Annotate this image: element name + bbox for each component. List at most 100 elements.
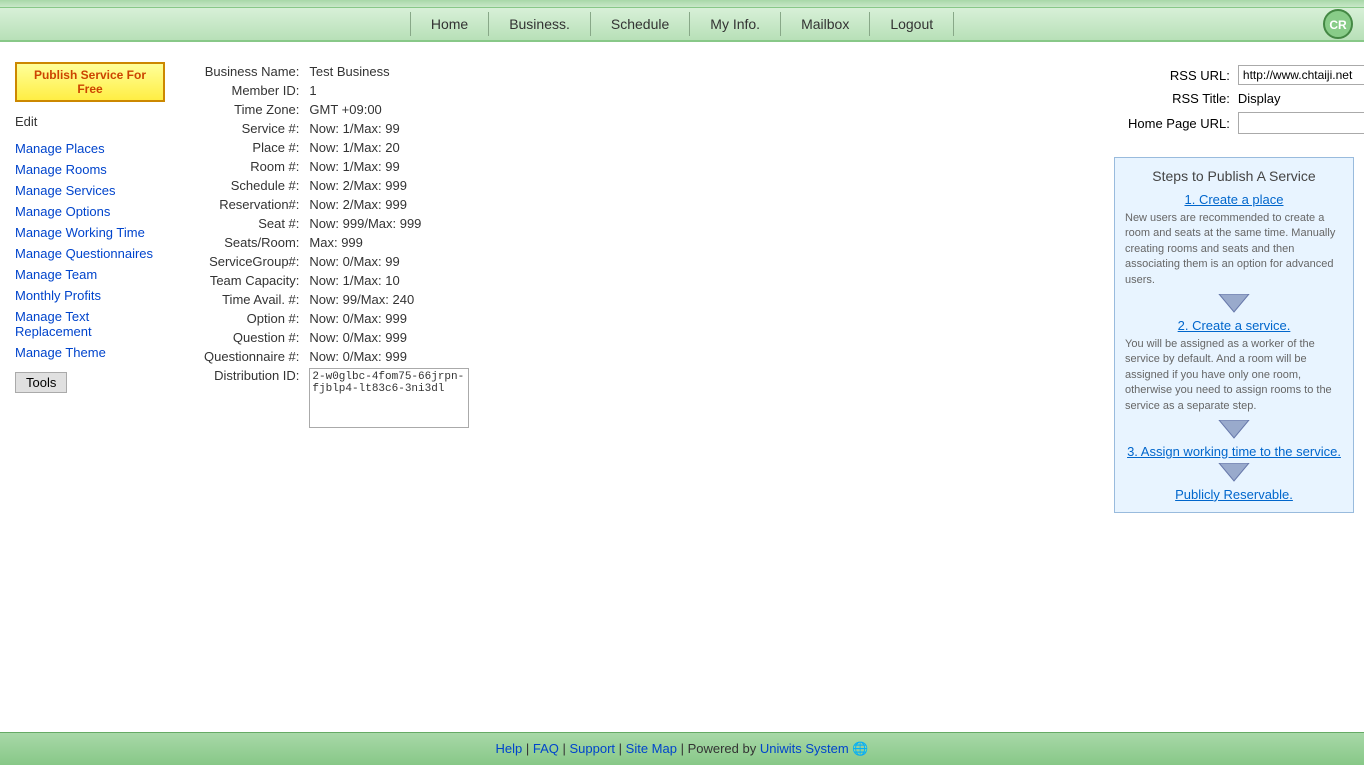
nav-home[interactable]: Home — [410, 12, 489, 36]
field-label: Schedule #: — [200, 176, 305, 195]
svg-text:CR: CR — [1329, 18, 1347, 32]
step1-desc: New users are recommended to create a ro… — [1125, 211, 1343, 288]
business-info-row: Seat #:Now: 999/Max: 999 — [200, 214, 473, 233]
publish-button[interactable]: Publish Service For Free — [15, 62, 165, 102]
nav-bar: Home Business. Schedule My Info. Mailbox… — [0, 8, 1364, 42]
business-info-row: Member ID:1 — [200, 81, 473, 100]
field-value: Max: 999 — [305, 233, 473, 252]
business-info-row: Place #:Now: 1/Max: 20 — [200, 138, 473, 157]
sidebar-item-manage-services[interactable]: Manage Services — [15, 181, 165, 200]
step2-desc: You will be assigned as a worker of the … — [1125, 337, 1343, 414]
distribution-id-scroll[interactable]: 2-w0glbc-4fom75-66jrpn-fjblp4-lt83c6-3ni… — [309, 368, 469, 428]
step-final-link[interactable]: Publicly Reservable. — [1125, 487, 1343, 502]
rss-title-label: RSS Title: — [1124, 88, 1234, 109]
step2-link[interactable]: 2. Create a service. — [1125, 318, 1343, 333]
field-label: Room #: — [200, 157, 305, 176]
business-info-row: Seats/Room:Max: 999 — [200, 233, 473, 252]
business-panel: Business Name:Test BusinessMember ID:1Ti… — [180, 52, 1114, 513]
sidebar-item-manage-places[interactable]: Manage Places — [15, 139, 165, 158]
field-value: Now: 1/Max: 20 — [305, 138, 473, 157]
rss-url-input[interactable] — [1238, 65, 1364, 85]
field-value: Now: 1/Max: 99 — [305, 119, 473, 138]
business-info-table: Business Name:Test BusinessMember ID:1Ti… — [200, 62, 473, 430]
logo-icon: CR — [1322, 8, 1354, 40]
field-value: Now: 1/Max: 99 — [305, 157, 473, 176]
rss-table: RSS URL: RSS Title: Display Home Page UR… — [1124, 62, 1364, 137]
field-label: Option #: — [200, 309, 305, 328]
field-value: Now: 2/Max: 999 — [305, 176, 473, 195]
top-bar — [0, 0, 1364, 8]
arrow2-icon — [1125, 420, 1343, 440]
field-value: Now: 0/Max: 999 — [305, 328, 473, 347]
sidebar-item-manage-rooms[interactable]: Manage Rooms — [15, 160, 165, 179]
sidebar-item-monthly-profits[interactable]: Monthly Profits — [15, 286, 165, 305]
field-label: Business Name: — [200, 62, 305, 81]
field-label: Place #: — [200, 138, 305, 157]
step3-link[interactable]: 3. Assign working time to the service. — [1125, 444, 1343, 459]
business-info-row: Business Name:Test Business — [200, 62, 473, 81]
nav-schedule[interactable]: Schedule — [591, 12, 690, 36]
nav-business[interactable]: Business. — [489, 12, 591, 36]
steps-title: Steps to Publish A Service — [1125, 168, 1343, 184]
arrow1-icon — [1125, 294, 1343, 314]
sidebar-item-manage-options[interactable]: Manage Options — [15, 202, 165, 221]
sidebar-links: Manage Places Manage Rooms Manage Servic… — [15, 139, 165, 362]
business-info-row: Room #:Now: 1/Max: 99 — [200, 157, 473, 176]
field-label: Time Avail. #: — [200, 290, 305, 309]
field-label: Service #: — [200, 119, 305, 138]
sidebar-item-manage-text-replacement[interactable]: Manage Text Replacement — [15, 307, 165, 341]
right-panels: RSS URL: RSS Title: Display Home Page UR… — [1114, 52, 1364, 513]
field-value: GMT +09:00 — [305, 100, 473, 119]
field-label: ServiceGroup#: — [200, 252, 305, 271]
field-label: Questionnaire #: — [200, 347, 305, 366]
business-info-row: Distribution ID:2-w0glbc-4fom75-66jrpn-f… — [200, 366, 473, 430]
nav-myinfo[interactable]: My Info. — [690, 12, 781, 36]
field-value: Now: 0/Max: 999 — [305, 309, 473, 328]
nav-logout[interactable]: Logout — [870, 12, 954, 36]
home-page-label: Home Page URL: — [1124, 109, 1234, 137]
sidebar-item-manage-questionnaires[interactable]: Manage Questionnaires — [15, 244, 165, 263]
footer: Help | FAQ | Support | Site Map | Powere… — [0, 732, 1364, 765]
business-info-row: Schedule #:Now: 2/Max: 999 — [200, 176, 473, 195]
footer-powered-by: | Powered by — [681, 741, 757, 756]
footer-help[interactable]: Help — [495, 741, 522, 756]
field-value: Test Business — [305, 62, 473, 81]
field-label: Distribution ID: — [200, 366, 305, 430]
footer-sitemap[interactable]: Site Map — [626, 741, 677, 756]
step1-link[interactable]: 1. Create a place — [1125, 192, 1343, 207]
edit-link[interactable]: Edit — [15, 114, 165, 129]
field-label: Seat #: — [200, 214, 305, 233]
business-info-row: ServiceGroup#:Now: 0/Max: 99 — [200, 252, 473, 271]
business-info-row: Question #:Now: 0/Max: 999 — [200, 328, 473, 347]
field-label: Question #: — [200, 328, 305, 347]
nav-mailbox[interactable]: Mailbox — [781, 12, 870, 36]
field-value: Now: 1/Max: 10 — [305, 271, 473, 290]
business-info-row: Reservation#:Now: 2/Max: 999 — [200, 195, 473, 214]
business-info-row: Time Zone:GMT +09:00 — [200, 100, 473, 119]
business-info-row: Questionnaire #:Now: 0/Max: 999 — [200, 347, 473, 366]
field-value: Now: 0/Max: 999 — [305, 347, 473, 366]
field-label: Seats/Room: — [200, 233, 305, 252]
tools-button[interactable]: Tools — [15, 372, 67, 393]
sidebar-item-manage-theme[interactable]: Manage Theme — [15, 343, 165, 362]
field-value: 2-w0glbc-4fom75-66jrpn-fjblp4-lt83c6-3ni… — [305, 366, 473, 430]
business-info-row: Service #:Now: 1/Max: 99 — [200, 119, 473, 138]
sidebar-item-manage-working-time[interactable]: Manage Working Time — [15, 223, 165, 242]
main-nav: Home Business. Schedule My Info. Mailbox… — [0, 12, 1364, 36]
main-content: Publish Service For Free Edit Manage Pla… — [0, 42, 1364, 523]
sidebar: Publish Service For Free Edit Manage Pla… — [0, 52, 180, 513]
field-label: Time Zone: — [200, 100, 305, 119]
home-page-input[interactable] — [1238, 112, 1364, 134]
sidebar-item-manage-team[interactable]: Manage Team — [15, 265, 165, 284]
footer-faq[interactable]: FAQ — [533, 741, 559, 756]
field-value: Now: 999/Max: 999 — [305, 214, 473, 233]
business-info-row: Team Capacity:Now: 1/Max: 10 — [200, 271, 473, 290]
rss-title-value: Display — [1238, 91, 1281, 106]
footer-support[interactable]: Support — [569, 741, 615, 756]
business-info-row: Time Avail. #:Now: 99/Max: 240 — [200, 290, 473, 309]
footer-company[interactable]: Uniwits System — [760, 741, 849, 756]
arrow3-icon — [1125, 463, 1343, 483]
field-label: Team Capacity: — [200, 271, 305, 290]
rss-url-label: RSS URL: — [1124, 62, 1234, 88]
field-label: Member ID: — [200, 81, 305, 100]
